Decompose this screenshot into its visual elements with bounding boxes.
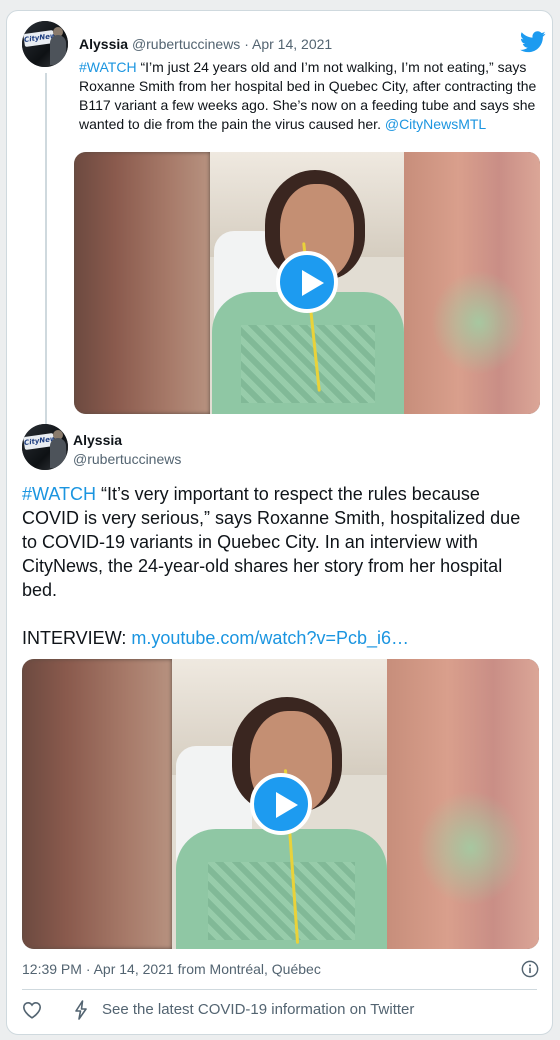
quoted-tweet-text: #WATCH “I’m just 24 years old and I’m no…: [79, 58, 549, 134]
author-handle[interactable]: @rubertuccinews: [73, 451, 181, 467]
hashtag-link[interactable]: #WATCH: [79, 59, 137, 75]
video-player[interactable]: [74, 152, 540, 414]
author-name[interactable]: Alyssia: [73, 432, 122, 448]
video-player[interactable]: [22, 659, 539, 949]
tweet-timestamp[interactable]: 12:39 PM · Apr 14, 2021 from Montréal, Q…: [22, 961, 321, 977]
tweet-body: “It’s very important to respect the rule…: [22, 484, 521, 600]
author-handle[interactable]: @rubertuccinews: [132, 36, 240, 52]
tweet-text: #WATCH “It’s very important to respect t…: [22, 482, 537, 602]
divider: [22, 989, 537, 990]
author-name[interactable]: Alyssia: [79, 36, 128, 52]
thread-line: [45, 73, 47, 428]
play-icon[interactable]: [250, 773, 312, 835]
youtube-link[interactable]: m.youtube.com/watch?v=Pcb_i6…: [131, 628, 409, 648]
covid-info-link[interactable]: See the latest COVID-19 information on T…: [102, 1001, 414, 1018]
interview-line: INTERVIEW: m.youtube.com/watch?v=Pcb_i6…: [22, 626, 409, 650]
twitter-logo-icon[interactable]: [520, 31, 546, 53]
interview-label: INTERVIEW:: [22, 628, 132, 648]
avatar[interactable]: CityNews: [22, 21, 68, 67]
tweet-date[interactable]: Apr 14, 2021: [252, 36, 332, 52]
quoted-tweet-header: Alyssia @rubertuccinews · Apr 14, 2021: [79, 36, 333, 52]
info-icon[interactable]: [521, 960, 539, 978]
tweet-card: CityNews Alyssia @rubertuccinews · Apr 1…: [6, 10, 553, 1035]
hashtag-link[interactable]: #WATCH: [22, 484, 96, 504]
heart-icon[interactable]: [22, 1001, 42, 1019]
avatar[interactable]: CityNews: [22, 424, 68, 470]
lightning-bolt-icon: [75, 1000, 87, 1020]
play-icon[interactable]: [276, 251, 338, 313]
mention-link[interactable]: @CityNewsMTL: [385, 116, 486, 132]
